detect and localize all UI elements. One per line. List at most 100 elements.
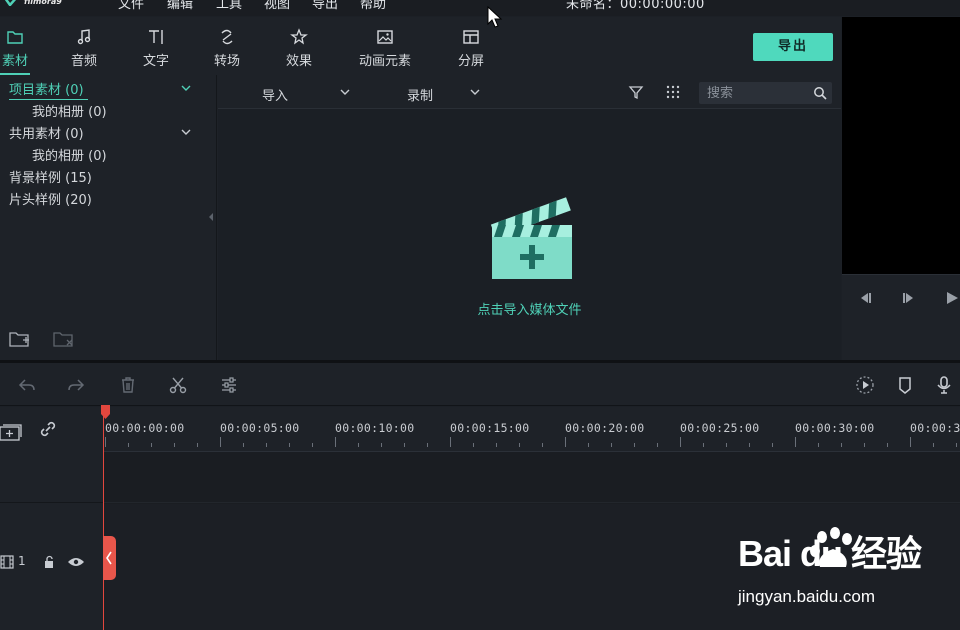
previous-frame-icon[interactable] xyxy=(856,291,874,305)
filmora-logo-icon xyxy=(4,0,17,6)
image-icon xyxy=(377,30,393,44)
tab-transitions[interactable]: 转场 xyxy=(212,27,242,69)
timeline-toolbar xyxy=(0,363,960,406)
ruler-minor-tick xyxy=(657,443,658,447)
menu-edit[interactable]: 编辑 xyxy=(167,0,193,12)
ruler-minor-tick xyxy=(427,443,428,447)
new-folder-icon[interactable] xyxy=(8,329,32,349)
ruler-minor-tick xyxy=(887,443,888,447)
eye-icon[interactable] xyxy=(67,556,85,568)
tab-label: 转场 xyxy=(213,54,240,69)
effects-icon xyxy=(290,28,308,45)
ruler-minor-tick xyxy=(496,443,497,447)
collapse-panel-icon[interactable] xyxy=(208,211,214,223)
ruler-minor-tick xyxy=(358,443,359,447)
trim-handle-icon xyxy=(106,551,112,565)
adjust-icon[interactable] xyxy=(219,375,239,395)
playhead-handle[interactable] xyxy=(103,536,116,580)
preview-controls xyxy=(842,274,960,360)
media-panel: 素材 音频 文字 转场 效果 动画元素 分屏 导出 项目素材 (0) 我的相册 … xyxy=(0,17,841,360)
ruler-minor-tick xyxy=(404,443,405,447)
ruler-minor-tick xyxy=(197,443,198,447)
watermark-url: jingyan.baidu.com xyxy=(738,587,876,606)
ruler-timecode: 00:00:15:00 xyxy=(450,421,530,435)
baidu-watermark: Bai du 经验 jingyan.baidu.com xyxy=(734,525,934,615)
chevron-down-icon[interactable] xyxy=(181,128,191,136)
menu-help[interactable]: 帮助 xyxy=(360,0,386,12)
video-track-header: 1 xyxy=(0,504,103,630)
menu-view[interactable]: 视图 xyxy=(264,0,290,12)
tab-audio[interactable]: 音频 xyxy=(69,27,99,69)
ruler-timecode: 00:00:05:00 xyxy=(220,421,300,435)
record-dropdown[interactable]: 录制 xyxy=(407,85,433,104)
media-tabs: 素材 音频 文字 转场 效果 动画元素 分屏 导出 xyxy=(0,17,841,75)
tab-elements[interactable]: 动画元素 xyxy=(355,27,415,69)
ruler-major-tick xyxy=(105,437,106,447)
library-item-project-media[interactable]: 项目素材 (0) xyxy=(9,79,88,100)
chevron-down-icon[interactable] xyxy=(340,89,350,96)
ruler-major-tick xyxy=(335,437,336,447)
redo-icon[interactable] xyxy=(66,375,86,395)
chevron-down-icon[interactable] xyxy=(181,84,191,92)
tab-effects[interactable]: 效果 xyxy=(284,27,314,69)
ruler-major-tick xyxy=(795,437,796,447)
menu-tools[interactable]: 工具 xyxy=(216,0,242,12)
timeline-ruler[interactable]: 00:00:00:00 00:00:05:00 00:00:10:00 00:00:1… xyxy=(103,407,960,452)
delete-icon[interactable] xyxy=(118,375,138,395)
ruler-minor-tick xyxy=(841,443,842,447)
tab-split-screen[interactable]: 分屏 xyxy=(456,27,486,69)
ruler-timecode: 00:00:20:00 xyxy=(565,421,645,435)
library-item-background-samples[interactable]: 背景样例 (15) xyxy=(9,167,92,186)
split-screen-icon xyxy=(463,30,479,44)
ruler-minor-tick xyxy=(933,443,934,447)
menu-file[interactable]: 文件 xyxy=(118,0,144,12)
delete-folder-icon[interactable] xyxy=(52,329,76,349)
ruler-timecode: 00:00:00:00 xyxy=(105,421,185,435)
ruler-minor-tick xyxy=(634,443,635,447)
ruler-minor-tick xyxy=(749,443,750,447)
ruler-minor-tick xyxy=(128,443,129,447)
ruler-timecode: 00:00:25:00 xyxy=(680,421,760,435)
playhead-line[interactable] xyxy=(103,407,104,630)
tab-text[interactable]: 文字 xyxy=(141,27,171,69)
search-input[interactable] xyxy=(707,84,807,102)
media-library-tree: 项目素材 (0) 我的相册 (0) 共用素材 (0) 我的相册 (0) 背景样例… xyxy=(0,75,217,360)
playhead-marker-icon[interactable] xyxy=(101,405,110,419)
next-frame-icon[interactable] xyxy=(900,291,918,305)
tab-media[interactable]: 素材 xyxy=(0,27,30,75)
cut-icon[interactable] xyxy=(168,375,188,395)
ruler-minor-tick xyxy=(266,443,267,447)
text-icon xyxy=(149,30,163,44)
search-box[interactable] xyxy=(699,82,832,104)
library-item-intro-samples[interactable]: 片头样例 (20) xyxy=(9,189,92,208)
search-icon[interactable] xyxy=(813,86,827,100)
mouse-cursor-icon xyxy=(487,6,503,28)
ruler-minor-tick xyxy=(588,443,589,447)
link-icon[interactable] xyxy=(38,419,58,439)
library-item-my-album[interactable]: 我的相册 (0) xyxy=(32,145,107,164)
filter-icon[interactable] xyxy=(628,84,644,100)
microphone-icon[interactable] xyxy=(934,375,954,395)
grid-view-icon[interactable] xyxy=(665,84,681,100)
add-track-icon[interactable] xyxy=(0,420,22,442)
render-preview-icon[interactable] xyxy=(855,375,875,395)
ruler-timecode: 00:00:3 xyxy=(910,421,960,435)
menu-export[interactable]: 导出 xyxy=(312,0,338,12)
ruler-major-tick xyxy=(910,437,911,447)
ruler-minor-tick xyxy=(772,443,773,447)
export-button[interactable]: 导出 xyxy=(753,33,833,61)
library-item-my-album[interactable]: 我的相册 (0) xyxy=(32,101,107,120)
timeline-track[interactable] xyxy=(103,453,960,503)
media-content-area[interactable]: 导入 录制 点击导入媒体文件 xyxy=(218,75,841,360)
ruler-minor-tick xyxy=(519,443,520,447)
library-item-shared-media[interactable]: 共用素材 (0) xyxy=(9,123,84,142)
import-dropdown[interactable]: 导入 xyxy=(262,85,288,104)
unlock-icon[interactable] xyxy=(42,555,56,569)
undo-icon[interactable] xyxy=(17,375,37,395)
marker-icon[interactable] xyxy=(895,375,915,395)
play-icon[interactable] xyxy=(944,291,960,305)
import-media-hint[interactable]: 点击导入媒体文件 xyxy=(218,299,841,318)
preview-window[interactable] xyxy=(842,17,960,274)
clapperboard-icon[interactable] xyxy=(486,185,574,281)
chevron-down-icon[interactable] xyxy=(470,89,480,96)
